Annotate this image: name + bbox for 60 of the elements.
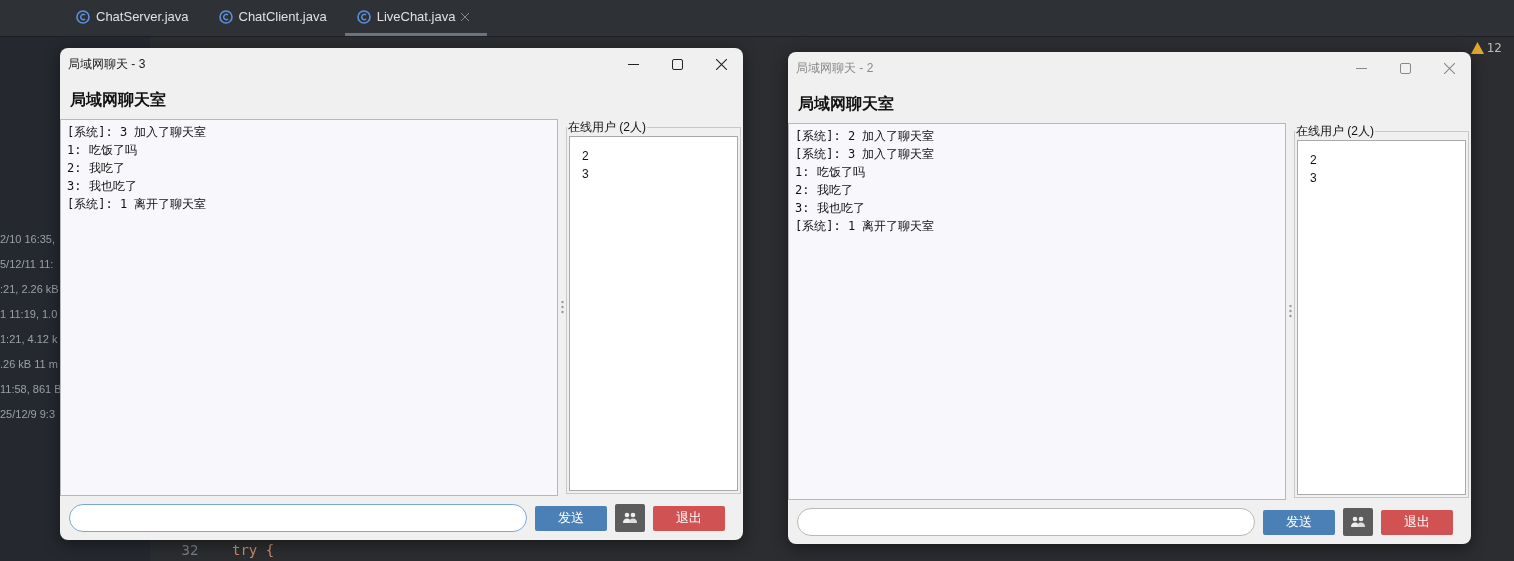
chat-message: 2: 我吃了	[795, 182, 854, 199]
maximize-icon	[671, 58, 683, 70]
file-info: 25/12/9 9:3	[0, 407, 57, 422]
online-users-title: 在线用户 (2人)	[1295, 123, 1375, 140]
chat-message: [系统]: 2 加入了聊天室	[795, 128, 936, 145]
send-button[interactable]: 发送	[535, 505, 607, 531]
chat-message: [系统]: 1 离开了聊天室	[795, 218, 936, 235]
users-button[interactable]	[1343, 508, 1373, 536]
user-item[interactable]: 2	[582, 147, 725, 165]
chat-message: [系统]: 3 加入了聊天室	[795, 146, 936, 163]
splitter-handle-icon[interactable]	[560, 301, 564, 314]
message-input[interactable]	[797, 508, 1255, 536]
chat-message: [系统]: 3 加入了聊天室	[67, 124, 208, 141]
close-icon[interactable]	[461, 12, 470, 21]
user-item[interactable]: 3	[582, 165, 725, 183]
warning-count: 12	[1486, 41, 1502, 55]
user-item[interactable]: 3	[1310, 169, 1453, 187]
exit-button[interactable]: 退出	[653, 505, 725, 531]
file-info: :21, 2.26 kB	[0, 282, 60, 297]
user-item[interactable]: 2	[1310, 151, 1453, 169]
exit-button[interactable]: 退出	[1381, 509, 1453, 535]
chat-message: 2: 我吃了	[67, 160, 126, 177]
class-icon	[356, 9, 371, 24]
file-info: 2/10 16:35,	[0, 232, 57, 247]
chat-room-heading: 局域网聊天室	[69, 90, 167, 110]
editor-tab[interactable]: ChatServer.java	[64, 0, 207, 36]
class-icon	[218, 9, 233, 24]
warning-icon[interactable]	[1470, 42, 1484, 54]
chat-message: 1: 吃饭了吗	[795, 164, 866, 181]
file-info: 1 11:19, 1.0	[0, 307, 59, 322]
class-icon	[76, 9, 90, 24]
tab-label: LiveChat.java	[376, 9, 456, 24]
file-info: 1:21, 4.12 k	[0, 332, 59, 347]
message-input[interactable]	[69, 504, 527, 532]
chat-message: 1: 吃饭了吗	[67, 142, 138, 159]
chat-message: 3: 我也吃了	[795, 200, 866, 217]
maximize-icon	[1399, 62, 1411, 74]
users-icon	[623, 512, 637, 524]
chat-room-heading: 局域网聊天室	[797, 94, 895, 114]
window-title: 局域网聊天 - 3	[68, 55, 147, 73]
close-icon	[715, 58, 727, 70]
code-line: try {	[232, 542, 275, 558]
editor-tab[interactable]: ChatClient.java	[206, 0, 345, 36]
line-number: 32	[180, 542, 200, 558]
window-title: 局域网聊天 - 2	[796, 59, 875, 77]
file-info: .26 kB 11 m	[0, 357, 59, 372]
online-users-title: 在线用户 (2人)	[567, 119, 647, 136]
editor-tab[interactable]: LiveChat.java	[344, 0, 488, 36]
users-button[interactable]	[615, 504, 645, 532]
tab-label: ChatServer.java	[96, 9, 189, 24]
send-button[interactable]: 发送	[1263, 509, 1335, 535]
chat-message: [系统]: 1 离开了聊天室	[67, 196, 208, 213]
minimize-icon	[627, 63, 639, 65]
close-icon	[1443, 62, 1455, 74]
tab-label: ChatClient.java	[238, 9, 327, 24]
users-icon	[1351, 516, 1365, 528]
minimize-icon	[1355, 67, 1367, 69]
splitter-handle-icon[interactable]	[1288, 305, 1292, 318]
file-info: 5/12/11 11:	[0, 257, 55, 272]
chat-message: 3: 我也吃了	[67, 178, 138, 195]
